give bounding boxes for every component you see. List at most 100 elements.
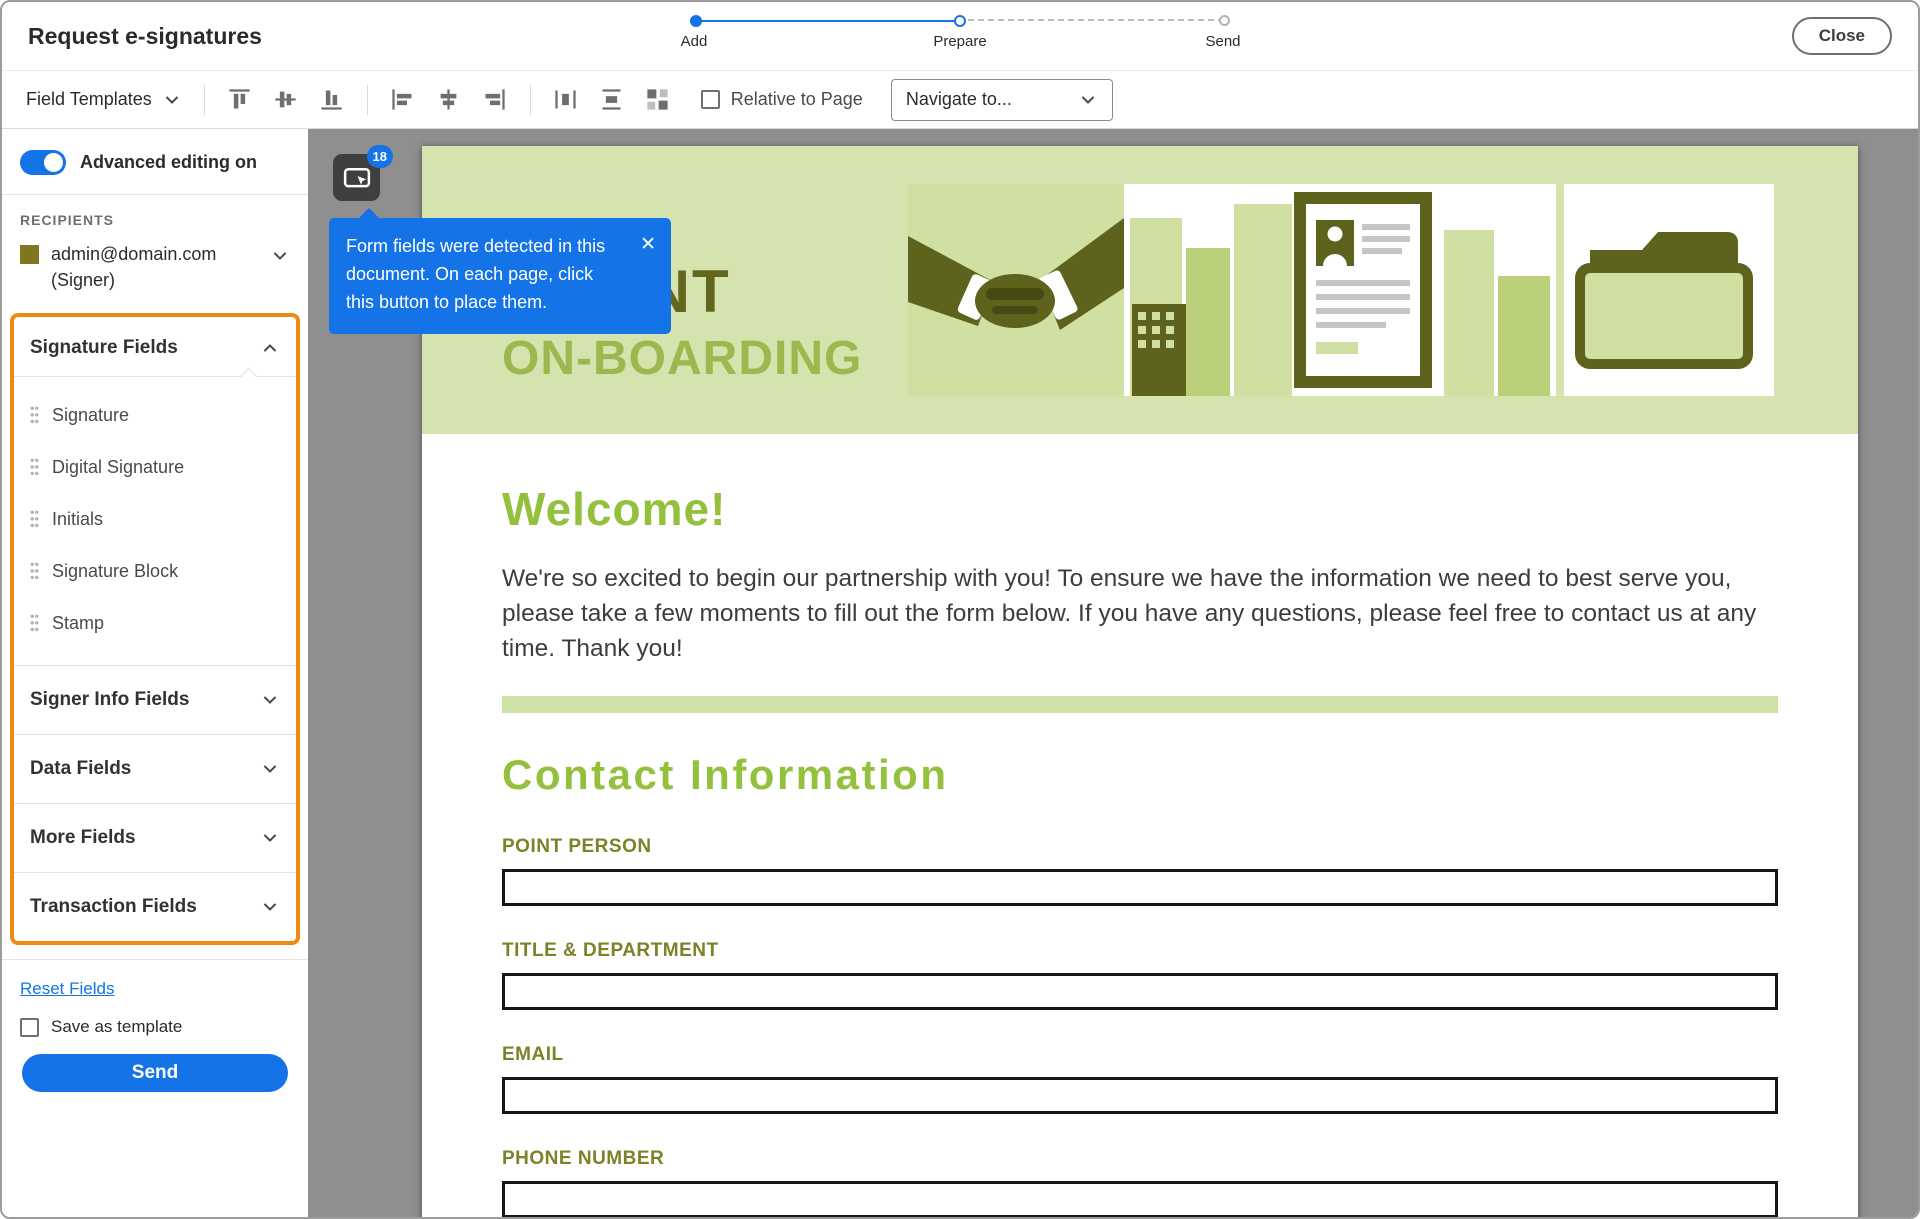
divider bbox=[14, 665, 296, 666]
fields-sidebar: Advanced editing on RECIPIENTS admin@dom… bbox=[2, 129, 308, 1217]
title-department-field-box bbox=[502, 973, 1778, 1010]
toolbar-separator bbox=[367, 85, 368, 115]
place-form-fields-button[interactable]: 18 bbox=[333, 154, 380, 201]
group-label: Data Fields bbox=[30, 758, 131, 780]
signature-fields-list: Signature Digital Signature Initials Sig… bbox=[14, 377, 296, 665]
point-person-field-box bbox=[502, 869, 1778, 906]
align-center-icon bbox=[435, 86, 462, 113]
save-as-template-checkbox[interactable] bbox=[20, 1018, 39, 1037]
field-item-initials[interactable]: Initials bbox=[14, 493, 296, 545]
align-middle-button[interactable] bbox=[263, 80, 309, 120]
drag-handle-icon[interactable] bbox=[30, 405, 39, 425]
distribute-vertical-button[interactable] bbox=[589, 80, 635, 120]
align-top-button[interactable] bbox=[217, 80, 263, 120]
group-transaction-fields[interactable]: Transaction Fields bbox=[14, 873, 296, 941]
group-label: Transaction Fields bbox=[30, 896, 197, 918]
navigate-to-dropdown[interactable]: Navigate to... bbox=[891, 79, 1113, 121]
chevron-down-icon bbox=[260, 759, 280, 779]
distribute-vertical-icon bbox=[598, 86, 625, 113]
stepper-track bbox=[690, 14, 1230, 28]
toolbar-separator bbox=[204, 85, 205, 115]
main-area: Advanced editing on RECIPIENTS admin@dom… bbox=[2, 129, 1918, 1217]
align-right-button[interactable] bbox=[472, 80, 518, 120]
banner-title-line2: ON-BOARDING bbox=[502, 335, 862, 383]
drag-handle-icon[interactable] bbox=[30, 457, 39, 477]
progress-stepper: Add Prepare Send bbox=[690, 14, 1230, 55]
close-button[interactable]: Close bbox=[1792, 17, 1892, 55]
divider bbox=[2, 959, 308, 960]
folder-illustration bbox=[1564, 184, 1774, 396]
drag-handle-icon[interactable] bbox=[30, 561, 39, 581]
field-item-digital-signature[interactable]: Digital Signature bbox=[14, 441, 296, 493]
divider bbox=[14, 803, 296, 804]
advanced-editing-label: Advanced editing on bbox=[80, 152, 257, 173]
step-label-send: Send bbox=[1205, 33, 1240, 50]
welcome-paragraph: We're so excited to begin our partnershi… bbox=[502, 562, 1778, 666]
relative-to-page-label: Relative to Page bbox=[731, 89, 863, 110]
group-more-fields[interactable]: More Fields bbox=[14, 804, 296, 872]
drag-handle-icon[interactable] bbox=[30, 509, 39, 529]
stepper-labels: Add Prepare Send bbox=[690, 33, 1230, 55]
align-bottom-button[interactable] bbox=[309, 80, 355, 120]
field-item-signature[interactable]: Signature bbox=[14, 389, 296, 441]
align-middle-icon bbox=[272, 86, 299, 113]
drag-handle-icon[interactable] bbox=[30, 613, 39, 633]
recipient-color-swatch bbox=[20, 245, 39, 264]
relative-to-page-checkbox-row[interactable]: Relative to Page bbox=[701, 89, 863, 110]
document-canvas[interactable]: 18 Form fields were detected in this doc… bbox=[308, 129, 1918, 1217]
advanced-editing-toggle[interactable] bbox=[20, 150, 66, 175]
relative-to-page-checkbox[interactable] bbox=[701, 90, 720, 109]
chevron-down-icon bbox=[1078, 90, 1098, 110]
step-dot-prepare bbox=[954, 15, 966, 27]
stepper-segment-upcoming bbox=[968, 19, 1224, 21]
reset-fields-link[interactable]: Reset Fields bbox=[20, 979, 290, 999]
field-templates-button[interactable]: Field Templates bbox=[16, 89, 192, 110]
recipient-email: admin@domain.com bbox=[51, 241, 216, 267]
field-item-signature-block[interactable]: Signature Block bbox=[14, 545, 296, 597]
step-dot-send bbox=[1219, 15, 1230, 26]
chevron-down-icon bbox=[260, 828, 280, 848]
handshake-illustration bbox=[908, 184, 1124, 396]
recipients-section: RECIPIENTS admin@domain.com (Signer) bbox=[2, 195, 308, 307]
welcome-heading: Welcome! bbox=[502, 482, 1778, 536]
align-center-button[interactable] bbox=[426, 80, 472, 120]
align-left-button[interactable] bbox=[380, 80, 426, 120]
phone-number-label: PHONE NUMBER bbox=[502, 1148, 1778, 1170]
form-fields-detected-tooltip: Form fields were detected in this docume… bbox=[329, 218, 671, 334]
recipients-heading: RECIPIENTS bbox=[20, 212, 290, 228]
step-label-add: Add bbox=[681, 33, 708, 50]
match-size-icon bbox=[644, 86, 671, 113]
point-person-label: POINT PERSON bbox=[502, 836, 1778, 858]
distribute-horizontal-button[interactable] bbox=[543, 80, 589, 120]
chevron-down-icon bbox=[162, 90, 182, 110]
save-as-template-label: Save as template bbox=[51, 1017, 182, 1037]
group-data-fields[interactable]: Data Fields bbox=[14, 735, 296, 803]
phone-number-field-box bbox=[502, 1181, 1778, 1217]
chevron-down-icon bbox=[260, 690, 280, 710]
step-label-prepare: Prepare bbox=[933, 33, 986, 50]
align-right-icon bbox=[481, 86, 508, 113]
recipient-row[interactable]: admin@domain.com (Signer) bbox=[20, 241, 290, 293]
chevron-down-icon[interactable] bbox=[270, 246, 290, 266]
tooltip-close-icon[interactable]: ✕ bbox=[640, 230, 656, 259]
group-label: Signer Info Fields bbox=[30, 689, 189, 711]
group-signature-fields[interactable]: Signature Fields bbox=[14, 317, 296, 376]
group-signer-info-fields[interactable]: Signer Info Fields bbox=[14, 666, 296, 734]
detected-fields-count-badge: 18 bbox=[367, 145, 393, 168]
chevron-down-icon bbox=[260, 897, 280, 917]
divider bbox=[14, 734, 296, 735]
group-label: Signature Fields bbox=[30, 337, 178, 359]
tooltip-arrow bbox=[359, 208, 379, 218]
match-size-button[interactable] bbox=[635, 80, 681, 120]
field-groups-panel-highlighted: Signature Fields Signature Digital bbox=[10, 313, 300, 945]
document-body: Welcome! We're so excited to begin our p… bbox=[422, 482, 1858, 1217]
tooltip-text: Form fields were detected in this docume… bbox=[346, 236, 605, 312]
banner-illustrations bbox=[908, 184, 1774, 396]
toolbar-separator bbox=[530, 85, 531, 115]
distribute-horizontal-icon bbox=[552, 86, 579, 113]
field-item-stamp[interactable]: Stamp bbox=[14, 597, 296, 649]
save-as-template-row[interactable]: Save as template bbox=[20, 1017, 290, 1037]
recipient-role: (Signer) bbox=[51, 267, 216, 293]
contact-information-heading: Contact Information bbox=[502, 751, 1778, 799]
send-button[interactable]: Send bbox=[22, 1054, 288, 1092]
